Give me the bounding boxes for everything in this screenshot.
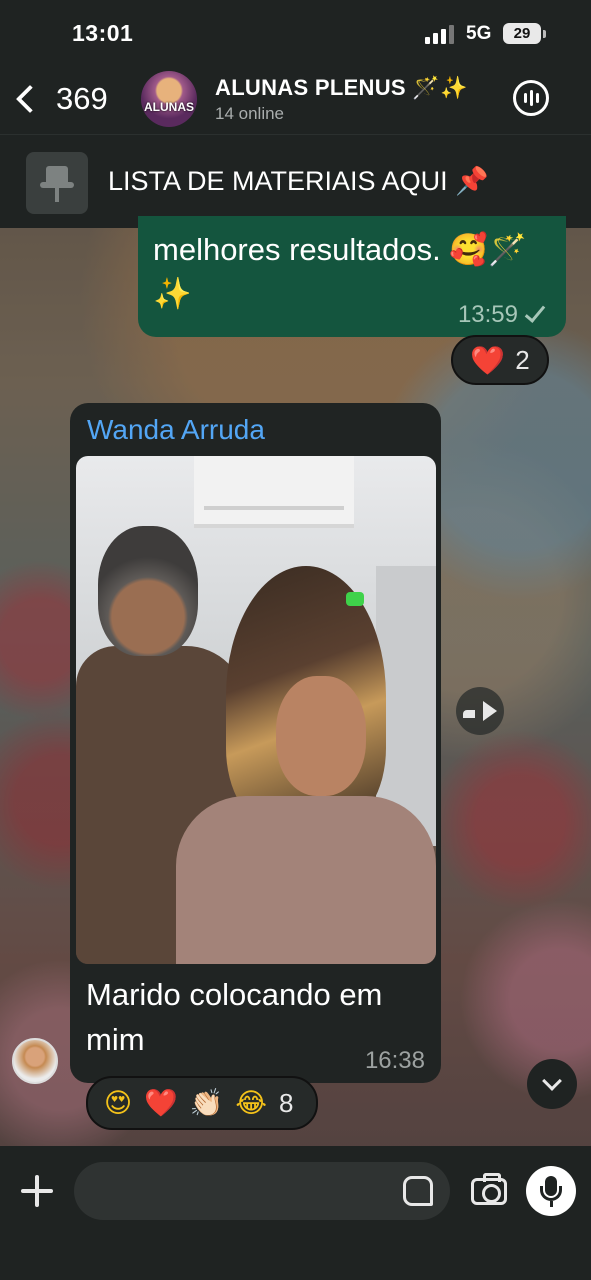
pinned-message-text: LISTA DE MATERIAIS AQUI 📌 xyxy=(108,166,489,196)
photo-ac-unit xyxy=(194,456,354,528)
battery-icon: 29 xyxy=(503,23,541,44)
pin-icon xyxy=(26,152,88,214)
photo-woman-face xyxy=(276,676,366,796)
outgoing-reactions[interactable]: ❤️ 2 xyxy=(451,335,549,385)
group-name[interactable]: ALUNAS PLENUS 🪄✨ xyxy=(215,75,468,101)
microphone-icon[interactable] xyxy=(526,1166,576,1216)
camera-icon[interactable] xyxy=(471,1173,507,1205)
forward-icon xyxy=(463,710,475,718)
chevron-left-icon xyxy=(15,84,45,114)
scroll-to-bottom-button[interactable] xyxy=(527,1059,577,1109)
status-bar: 13:01 5G 29 xyxy=(0,0,591,66)
online-count: 14 online xyxy=(215,104,285,123)
message-input[interactable] xyxy=(74,1162,450,1220)
reaction-count: 2 xyxy=(515,344,530,375)
clap-reaction: 👏🏻 xyxy=(189,1088,224,1118)
incoming-reactions[interactable]: 😍 ❤️ 👏🏻 😂 8 xyxy=(86,1076,318,1130)
outgoing-message-meta: 13:59 xyxy=(457,301,546,329)
sender-name[interactable]: Wanda Arruda xyxy=(87,414,265,446)
network-type: 5G xyxy=(466,23,492,44)
message-input-bar xyxy=(0,1146,591,1280)
battery-nub xyxy=(543,30,546,38)
unread-count: 369 xyxy=(56,81,108,116)
photo-man-head xyxy=(98,526,198,656)
heart-eyes-reaction: 😍 xyxy=(104,1087,133,1118)
sender-avatar[interactable] xyxy=(12,1038,58,1084)
forward-button[interactable] xyxy=(456,687,504,735)
heart-reaction: ❤️ xyxy=(144,1088,178,1118)
group-avatar-label: ALUNAS xyxy=(144,100,194,114)
outgoing-message[interactable]: melhores resultados. 🥰🪄✨ 13:59 xyxy=(138,216,566,337)
message-photo[interactable] xyxy=(76,456,436,964)
back-button[interactable]: 369 xyxy=(10,74,108,124)
heart-reaction: ❤️ xyxy=(470,344,506,376)
incoming-message[interactable]: Wanda Arruda Marido colocando em mim 16:… xyxy=(70,403,441,1083)
outgoing-message-time: 13:59 xyxy=(457,301,518,328)
pinned-message-bar[interactable]: LISTA DE MATERIAIS AQUI 📌 xyxy=(0,134,591,228)
attach-plus-icon[interactable] xyxy=(18,1172,56,1210)
photo-hair-clip xyxy=(346,592,364,606)
reaction-count: 8 xyxy=(278,1087,294,1118)
status-time: 13:01 xyxy=(72,20,134,46)
incoming-message-time: 16:38 xyxy=(364,1047,425,1074)
photo-woman-body xyxy=(176,796,436,964)
laughing-reaction: 😂 xyxy=(235,1087,267,1118)
chat-header: 369 ALUNAS ALUNAS PLENUS 🪄✨ 14 online xyxy=(0,66,591,134)
sticker-icon[interactable] xyxy=(403,1176,433,1206)
battery-level: 29 xyxy=(513,25,531,42)
group-avatar[interactable]: ALUNAS xyxy=(141,71,197,127)
voice-chat-icon[interactable] xyxy=(513,80,549,116)
chevron-down-icon xyxy=(542,1071,562,1091)
signal-icon xyxy=(425,25,455,44)
